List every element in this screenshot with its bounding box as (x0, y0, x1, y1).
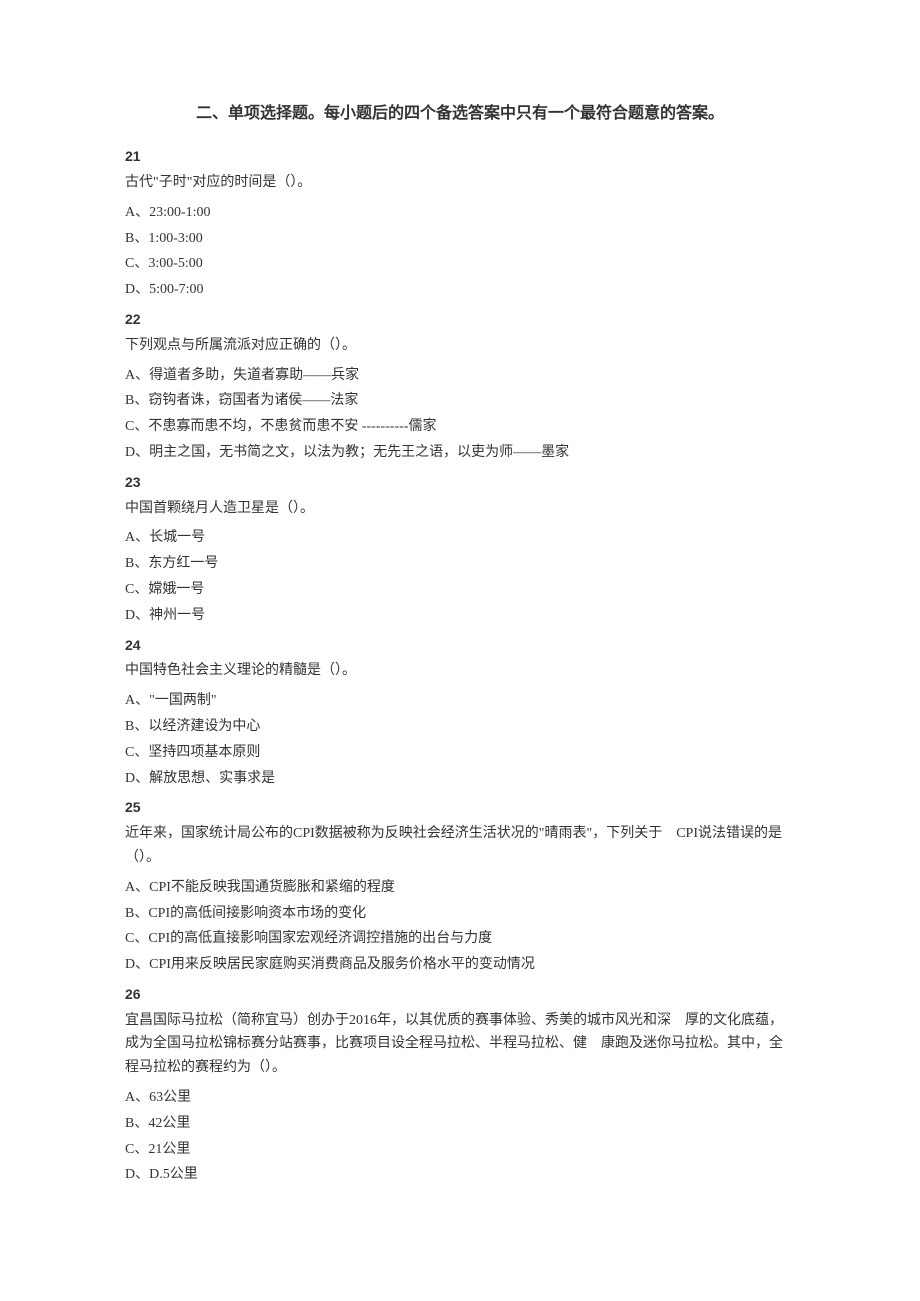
option-c: C、3:00-5:00 (125, 252, 795, 276)
option-c: C、CPI的高低直接影响国家宏观经济调控措施的出台与力度 (125, 927, 795, 951)
option-b: B、以经济建设为中心 (125, 715, 795, 739)
option-b: B、42公里 (125, 1112, 795, 1136)
question-number: 24 (125, 634, 795, 658)
question-stem: 下列观点与所属流派对应正确的（）。 (125, 334, 795, 358)
section-title: 二、单项选择题。每小题后的四个备选答案中只有一个最符合题意的答案。 (125, 100, 795, 127)
question-stem: 中国特色社会主义理论的精髓是（）。 (125, 659, 795, 683)
option-a: A、CPI不能反映我国通货膨胀和紧缩的程度 (125, 876, 795, 900)
question-number: 26 (125, 983, 795, 1007)
option-b: B、窃钩者诛，窃国者为诸侯——法家 (125, 389, 795, 413)
question-number: 23 (125, 471, 795, 495)
option-a: A、长城一号 (125, 526, 795, 550)
question-number: 25 (125, 796, 795, 820)
question-options: A、23:00-1:00 B、1:00-3:00 C、3:00-5:00 D、5… (125, 201, 795, 302)
question-stem: 近年来，国家统计局公布的CPI数据被称为反映社会经济生活状况的"晴雨表"，下列关… (125, 822, 795, 870)
option-c: C、坚持四项基本原则 (125, 741, 795, 765)
option-d: D、明主之国，无书简之文，以法为教；无先王之语，以吏为师——墨家 (125, 441, 795, 465)
option-b: B、1:00-3:00 (125, 227, 795, 251)
option-b: B、东方红一号 (125, 552, 795, 576)
question-number: 21 (125, 145, 795, 169)
option-d: D、CPI用来反映居民家庭购买消费商品及服务价格水平的变动情况 (125, 953, 795, 977)
question-options: A、CPI不能反映我国通货膨胀和紧缩的程度 B、CPI的高低间接影响资本市场的变… (125, 876, 795, 977)
option-c: C、嫦娥一号 (125, 578, 795, 602)
question-stem: 宜昌国际马拉松（简称宜马）创办于2016年，以其优质的赛事体验、秀美的城市风光和… (125, 1009, 795, 1080)
option-d: D、D.5公里 (125, 1163, 795, 1187)
option-d: D、解放思想、实事求是 (125, 767, 795, 791)
option-a: A、63公里 (125, 1086, 795, 1110)
option-a: A、23:00-1:00 (125, 201, 795, 225)
option-a: A、得道者多助，失道者寡助——兵家 (125, 364, 795, 388)
question-stem: 中国首颗绕月人造卫星是（）。 (125, 497, 795, 521)
question-options: A、"一国两制" B、以经济建设为中心 C、坚持四项基本原则 D、解放思想、实事… (125, 689, 795, 790)
option-c: C、不患寡而患不均，不患贫而患不安 ----------儒家 (125, 415, 795, 439)
question-options: A、63公里 B、42公里 C、21公里 D、D.5公里 (125, 1086, 795, 1187)
question-number: 22 (125, 308, 795, 332)
option-d: D、5:00-7:00 (125, 278, 795, 302)
question-options: A、长城一号 B、东方红一号 C、嫦娥一号 D、神州一号 (125, 526, 795, 627)
exam-page: 二、单项选择题。每小题后的四个备选答案中只有一个最符合题意的答案。 21 古代"… (0, 0, 920, 1291)
question-stem: 古代"子时"对应的时间是（）。 (125, 171, 795, 195)
option-c: C、21公里 (125, 1138, 795, 1162)
question-options: A、得道者多助，失道者寡助——兵家 B、窃钩者诛，窃国者为诸侯——法家 C、不患… (125, 364, 795, 465)
option-a: A、"一国两制" (125, 689, 795, 713)
option-d: D、神州一号 (125, 604, 795, 628)
option-b: B、CPI的高低间接影响资本市场的变化 (125, 902, 795, 926)
